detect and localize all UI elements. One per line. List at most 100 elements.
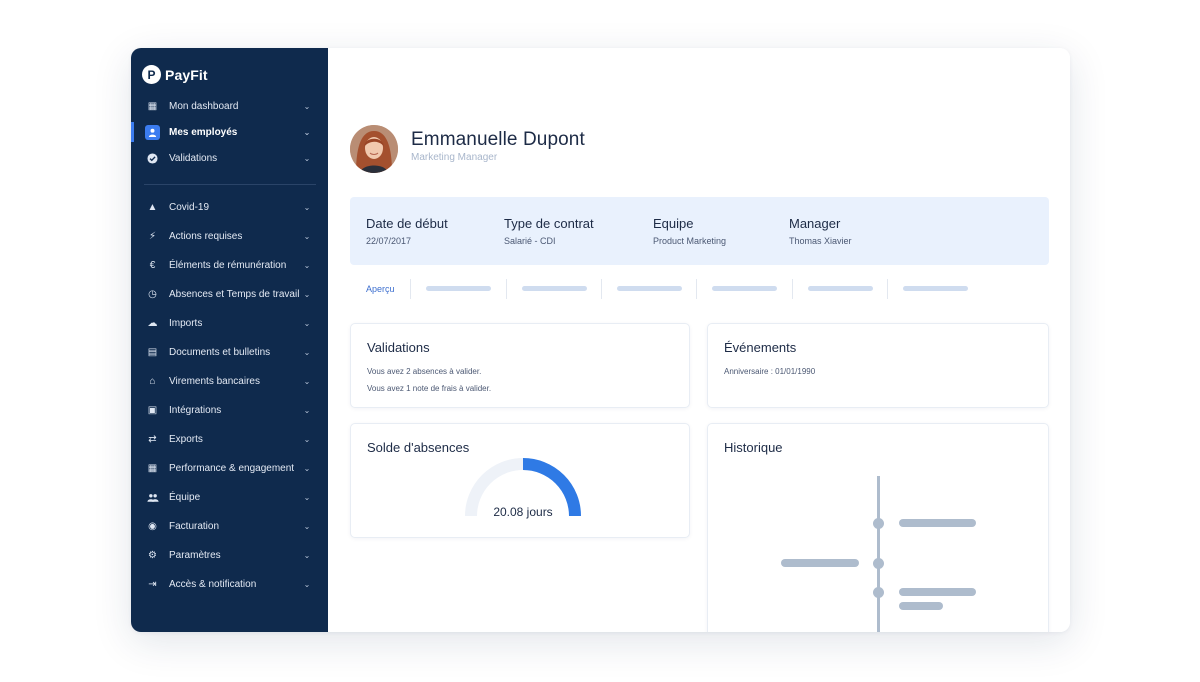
chevron-down-icon[interactable]: ⌄	[302, 551, 312, 560]
tab-placeholder[interactable]	[712, 286, 777, 291]
payfit-logo-icon: P	[142, 65, 161, 84]
document-icon: ▤	[147, 346, 158, 358]
sidebar-item-absences[interactable]: ◷ Absences et Temps de travail ⌄	[131, 281, 328, 307]
euro-icon: €	[149, 259, 156, 271]
chevron-down-icon[interactable]: ⌄	[302, 522, 312, 531]
sidebar: P PayFit ▦ Mon dashboard ⌄ Mes employés …	[131, 48, 328, 632]
chevron-down-icon[interactable]: ⌄	[302, 319, 312, 328]
tab-separator	[792, 279, 793, 299]
chevron-down-icon[interactable]: ⌄	[302, 261, 312, 270]
chevron-down-icon[interactable]: ⌄	[302, 580, 312, 589]
tab-placeholder[interactable]	[426, 286, 491, 291]
sidebar-item-label: Paramètres	[169, 549, 221, 561]
info-start-date: Date de début 22/07/2017	[366, 216, 448, 246]
chevron-down-icon[interactable]: ⌄	[302, 154, 312, 163]
grid-icon: ▦	[147, 462, 158, 474]
card-title: Historique	[724, 440, 783, 455]
sidebar-item-exports[interactable]: ⇄ Exports ⌄	[131, 426, 328, 452]
sidebar-item-dashboard[interactable]: ▦ Mon dashboard ⌄	[131, 93, 328, 119]
bank-icon: ⌂	[149, 375, 156, 387]
card-title: Solde d'absences	[367, 440, 470, 455]
tab-separator	[601, 279, 602, 299]
cloud-upload-icon: ☁	[147, 317, 158, 329]
tab-placeholder[interactable]	[808, 286, 873, 291]
tab-separator	[696, 279, 697, 299]
brand[interactable]: P PayFit	[142, 65, 208, 84]
clipboard-icon: ▣	[147, 404, 158, 416]
sidebar-item-label: Mes employés	[169, 126, 238, 138]
card-title: Validations	[367, 340, 430, 355]
sidebar-item-parametres[interactable]: ⚙ Paramètres ⌄	[131, 542, 328, 568]
sidebar-item-equipe[interactable]: Équipe ⌄	[131, 484, 328, 510]
timeline-entry[interactable]	[899, 602, 943, 610]
events-card[interactable]: Événements Anniversaire : 01/01/1990	[707, 323, 1049, 408]
tab-placeholder[interactable]	[903, 286, 968, 291]
tab-bar: Aperçu	[350, 278, 1049, 302]
user-icon	[145, 124, 160, 140]
info-label: Date de début	[366, 216, 448, 231]
chevron-down-icon[interactable]: ⌄	[302, 406, 312, 415]
history-card[interactable]: Historique	[707, 423, 1049, 632]
chevron-down-icon[interactable]: ⌄	[302, 290, 312, 299]
timeline-dot	[873, 587, 884, 598]
sidebar-item-integrations[interactable]: ▣ Intégrations ⌄	[131, 397, 328, 423]
brand-name: PayFit	[165, 66, 208, 83]
chevron-down-icon[interactable]: ⌄	[302, 348, 312, 357]
sidebar-item-label: Accès & notification	[169, 578, 257, 590]
tab-apercu[interactable]: Aperçu	[366, 284, 395, 294]
sidebar-item-label: Mon dashboard	[169, 100, 239, 112]
tab-placeholder[interactable]	[617, 286, 682, 291]
tab-placeholder[interactable]	[522, 286, 587, 291]
tab-separator	[506, 279, 507, 299]
chevron-down-icon[interactable]: ⌄	[302, 435, 312, 444]
timeline-dot	[873, 558, 884, 569]
employee-info-band: Date de début 22/07/2017 Type de contrat…	[350, 197, 1049, 265]
chevron-down-icon[interactable]: ⌄	[302, 232, 312, 241]
transfer-icon: ⇄	[148, 433, 157, 445]
team-icon	[145, 490, 160, 505]
timeline-axis	[877, 476, 880, 632]
info-label: Type de contrat	[504, 216, 594, 231]
timeline-entry[interactable]	[899, 588, 976, 596]
sidebar-item-label: Exports	[169, 433, 203, 445]
sidebar-item-validations[interactable]: Validations ⌄	[131, 145, 328, 171]
login-icon: ⇥	[148, 578, 157, 590]
chevron-down-icon[interactable]: ⌄	[302, 464, 312, 473]
info-value: Salarié - CDI	[504, 236, 556, 246]
sidebar-item-documents[interactable]: ▤ Documents et bulletins ⌄	[131, 339, 328, 365]
sidebar-item-label: Performance & engagement	[169, 462, 295, 474]
sidebar-item-remuneration[interactable]: € Éléments de rémunération ⌄	[131, 252, 328, 278]
sidebar-item-label: Éléments de rémunération	[169, 259, 287, 271]
sidebar-item-virements[interactable]: ⌂ Virements bancaires ⌄	[131, 368, 328, 394]
sidebar-item-facturation[interactable]: ◉ Facturation ⌄	[131, 513, 328, 539]
sidebar-item-actions[interactable]: ⚡ Actions requises ⌄	[131, 223, 328, 249]
info-team: Equipe Product Marketing	[653, 216, 726, 246]
tab-separator	[887, 279, 888, 299]
info-contract-type: Type de contrat Salarié - CDI	[504, 216, 594, 246]
chevron-down-icon[interactable]: ⌄	[302, 377, 312, 386]
sidebar-item-imports[interactable]: ☁ Imports ⌄	[131, 310, 328, 336]
validations-card[interactable]: Validations Vous avez 2 absences à valid…	[350, 323, 690, 408]
sidebar-item-acces[interactable]: ⇥ Accès & notification ⌄	[131, 571, 328, 597]
timeline-entry[interactable]	[781, 559, 859, 567]
chevron-down-icon[interactable]: ⌄	[302, 203, 312, 212]
chevron-down-icon[interactable]: ⌄	[302, 493, 312, 502]
absences-card[interactable]: Solde d'absences 20.08 jours	[350, 423, 690, 538]
event-line: Anniversaire : 01/01/1990	[724, 367, 816, 376]
sidebar-item-employees[interactable]: Mes employés ⌄	[131, 119, 328, 145]
validation-line: Vous avez 1 note de frais à valider.	[367, 384, 492, 393]
sidebar-item-label: Facturation	[169, 520, 220, 532]
chevron-down-icon[interactable]: ⌄	[302, 102, 312, 111]
sidebar-item-label: Validations	[169, 152, 218, 164]
info-value: 22/07/2017	[366, 236, 412, 246]
info-value: Thomas Xiavier	[789, 236, 852, 246]
chevron-down-icon[interactable]: ⌄	[302, 128, 312, 137]
sidebar-item-performance[interactable]: ▦ Performance & engagement ⌄	[131, 455, 328, 481]
gear-icon: ⚙	[148, 549, 157, 561]
sidebar-item-label: Actions requises	[169, 230, 243, 242]
timeline-entry[interactable]	[899, 519, 976, 527]
sidebar-item-covid[interactable]: ▲ Covid-19 ⌄	[131, 194, 328, 220]
gauge-value: 20.08 jours	[493, 505, 553, 519]
billing-icon: ◉	[148, 520, 157, 532]
employee-name: Emmanuelle Dupont	[411, 129, 585, 150]
